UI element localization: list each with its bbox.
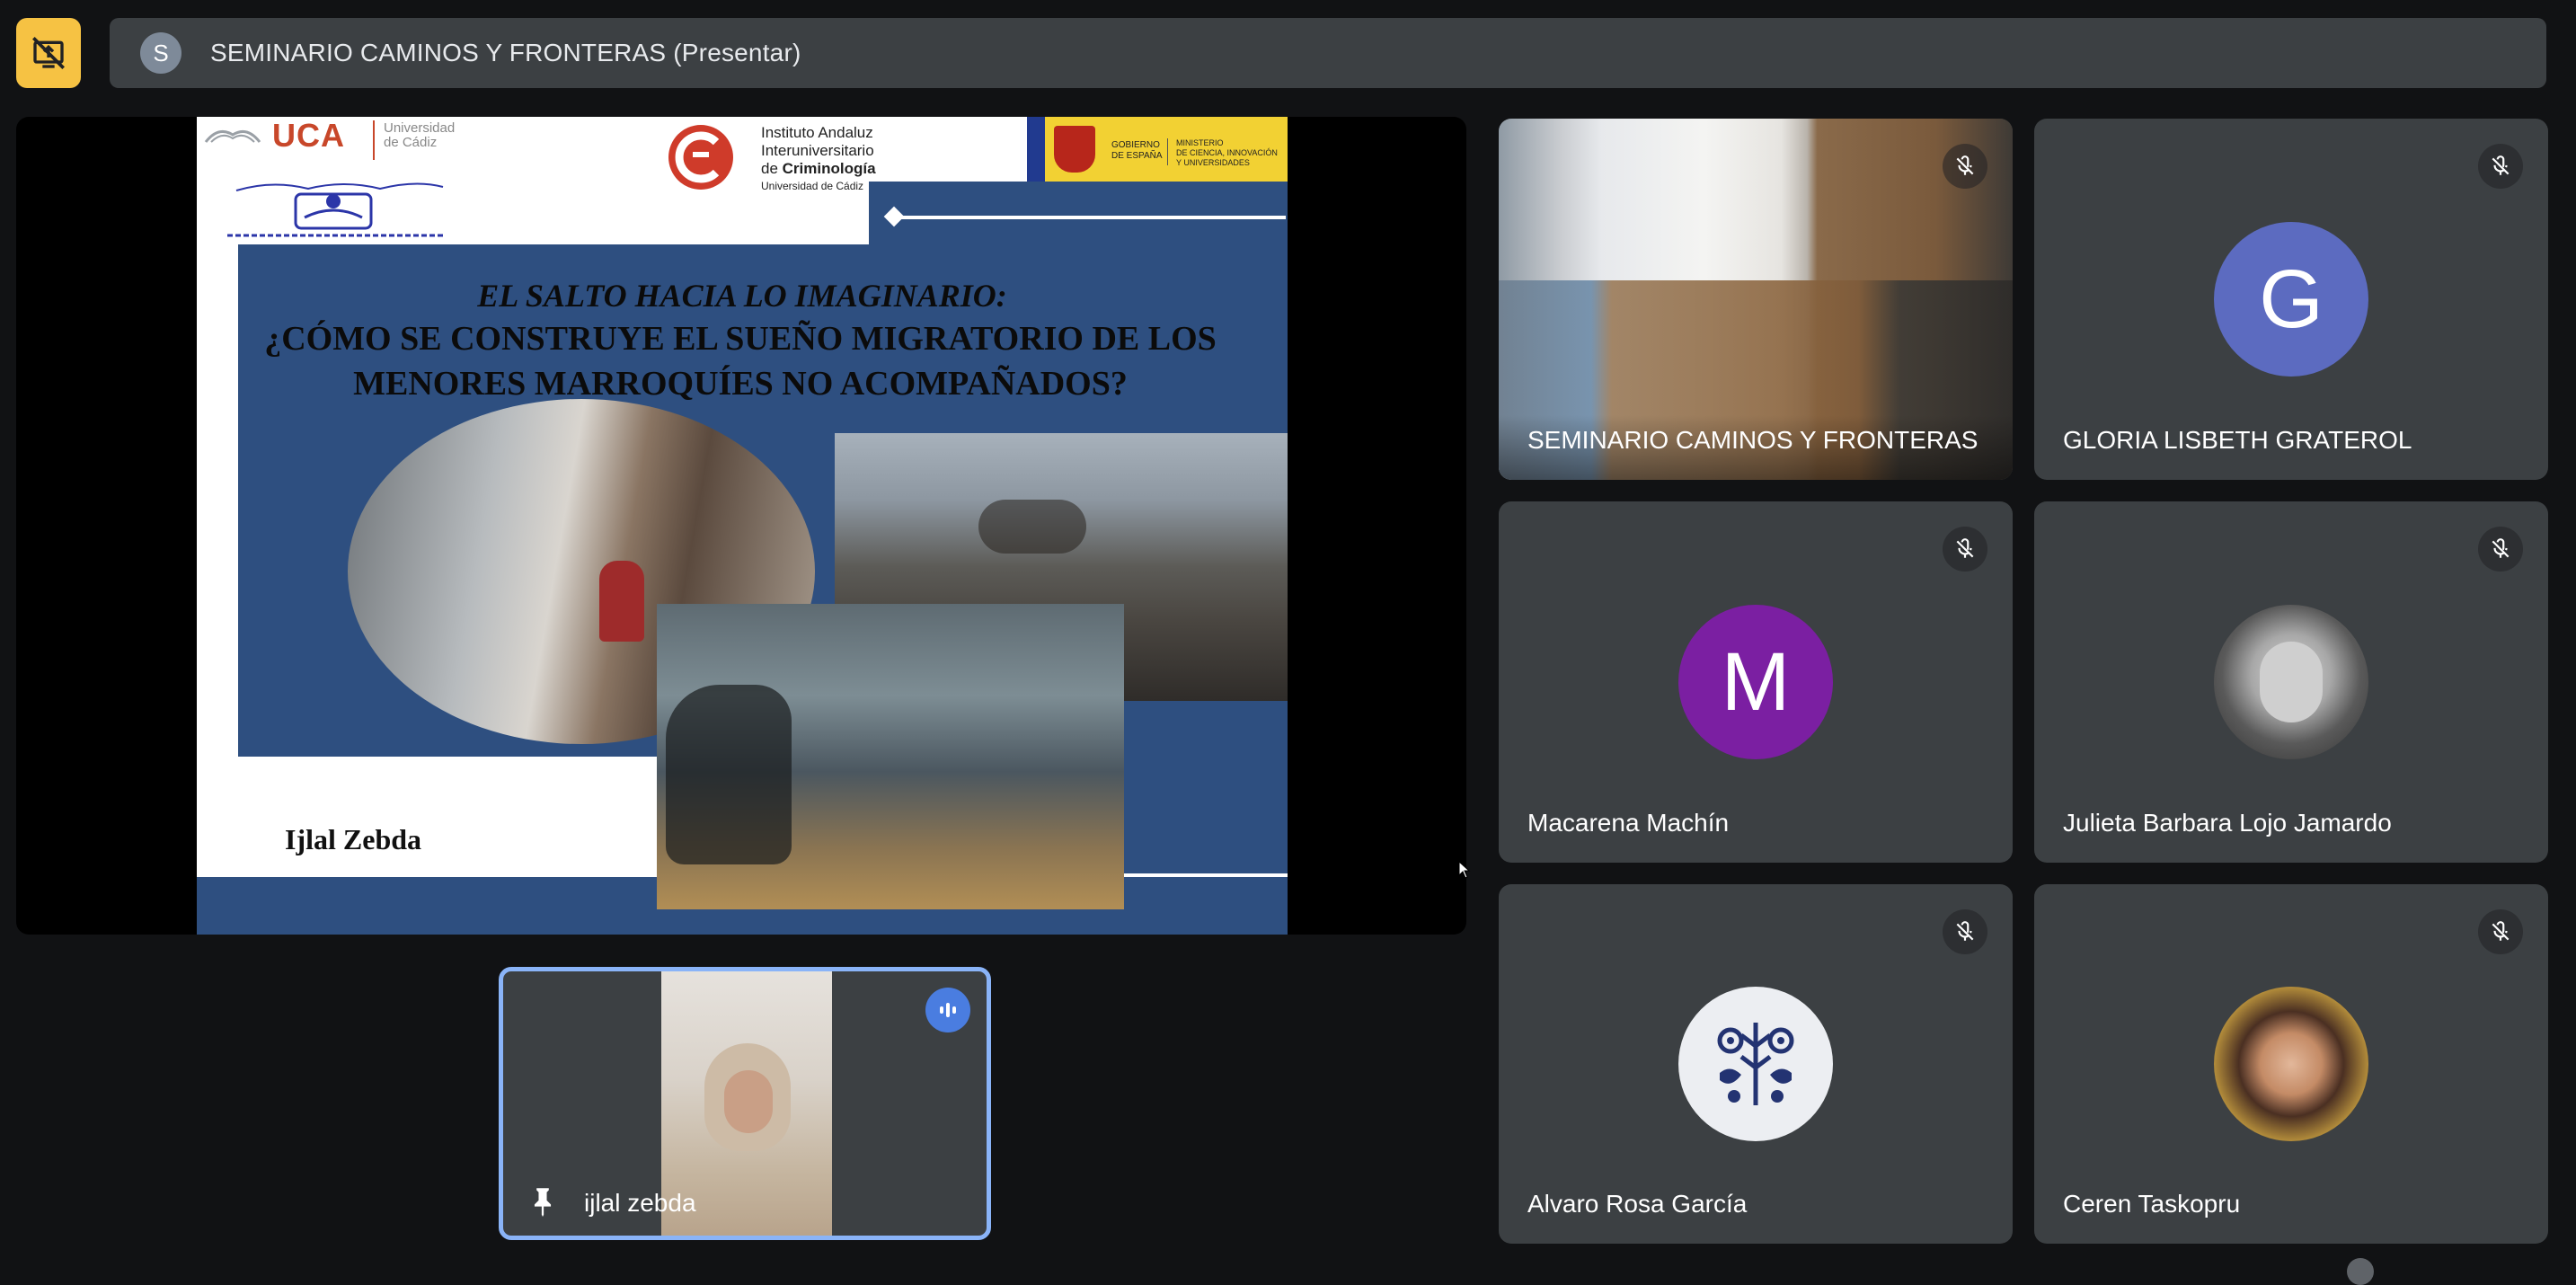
government-banner: GOBIERNO DE ESPAÑA MINISTERIO DE CIENCIA…: [1027, 117, 1288, 182]
participant-tile[interactable]: SEMINARIO CAMINOS Y FRONTERAS: [1499, 119, 2013, 480]
participant-name: Macarena Machín: [1527, 809, 1730, 837]
participant-avatar: [2214, 987, 2368, 1141]
faculty-emblem: [218, 176, 450, 244]
presentation-title: SEMINARIO CAMINOS Y FRONTERAS (Presentar…: [210, 39, 801, 66]
uca-name-line1: Universidad: [384, 120, 456, 136]
mic-off-icon: [2492, 538, 2510, 558]
mic-off-icon: [2492, 155, 2510, 175]
mic-off-indicator: [1943, 144, 1987, 189]
ministry-line3: Y UNIVERSIDADES: [1176, 158, 1250, 167]
mic-off-indicator: [1943, 527, 1987, 572]
participant-avatar: [1678, 987, 1833, 1141]
mic-off-icon: [1956, 921, 1974, 941]
gov-divider: [1167, 138, 1168, 165]
audio-level-icon: [940, 1003, 956, 1017]
speaker-name: ijlal zebda: [584, 1189, 696, 1217]
participant-avatar: M: [1678, 605, 1833, 759]
mic-off-indicator: [1943, 909, 1987, 954]
participant-avatar: G: [2214, 222, 2368, 377]
participant-name: Ceren Taskopru: [2063, 1190, 2241, 1218]
gov-line1: GOBIERNO: [1111, 140, 1160, 150]
mic-off-icon: [2492, 921, 2510, 941]
speaker-tile[interactable]: ijlal zebda: [499, 967, 991, 1240]
slide-author: Ijlal Zebda: [285, 823, 422, 855]
slide-title-line1: EL SALTO HACIA LO IMAGINARIO:: [477, 278, 1007, 314]
mic-off-indicator: [2478, 144, 2523, 189]
presentation-stage[interactable]: UCA Universidad de Cádiz Instituto Andal…: [16, 117, 1466, 935]
participant-name: SEMINARIO CAMINOS Y FRONTERAS: [1527, 426, 1978, 454]
eu-strip: [1027, 117, 1045, 182]
participant-tile[interactable]: Ceren Taskopru: [2034, 884, 2548, 1244]
uca-emblem: [202, 122, 263, 147]
pin-icon[interactable]: [523, 1182, 562, 1221]
iac-line3: de Criminología: [761, 160, 876, 177]
participant-tile[interactable]: G GLORIA LISBETH GRATEROL: [2034, 119, 2548, 480]
ministry-line2: DE CIENCIA, INNOVACIÓN: [1176, 148, 1278, 157]
slide-title-line2: ¿CÓMO SE CONSTRUYE EL SUEÑO MIGRATORIO D…: [264, 320, 1217, 403]
uca-name-line2: de Cádiz: [384, 135, 438, 150]
participant-name: Alvaro Rosa García: [1527, 1190, 1748, 1218]
participant-name: GLORIA LISBETH GRATEROL: [2063, 426, 2412, 454]
swimmers-photo: [657, 604, 1124, 909]
present-off-icon: [32, 37, 65, 69]
participant-name: Julieta Barbara Lojo Jamardo: [2063, 809, 2392, 837]
iac-line1: Instituto Andaluz: [761, 124, 873, 141]
speaking-indicator: [925, 988, 970, 1032]
participant-avatar: [2214, 605, 2368, 759]
more-participants-indicator[interactable]: [2347, 1258, 2374, 1285]
slide-divider-line: [894, 216, 1286, 219]
uca-logo: UCA: [272, 117, 345, 154]
participant-tile[interactable]: Alvaro Rosa García: [1499, 884, 2013, 1244]
uca-divider: [373, 120, 375, 160]
mic-off-icon: [1956, 155, 1974, 175]
mic-off-icon: [1956, 538, 1974, 558]
participant-tile[interactable]: Julieta Barbara Lojo Jamardo: [2034, 501, 2548, 863]
mic-off-indicator: [2478, 527, 2523, 572]
presentation-title-bar: S SEMINARIO CAMINOS Y FRONTERAS (Present…: [110, 18, 2546, 88]
slide: UCA Universidad de Cádiz Instituto Andal…: [197, 117, 1288, 935]
presenter-avatar: S: [140, 32, 181, 74]
slide-white-bottom: [197, 757, 657, 873]
iac-line2: Interuniversitario: [761, 142, 874, 159]
ministry-line1: MINISTERIO: [1176, 138, 1224, 147]
mic-off-indicator: [2478, 909, 2523, 954]
iac-line4: Universidad de Cádiz: [761, 180, 864, 192]
coat-of-arms: [1054, 126, 1095, 173]
gov-line2: DE ESPAÑA: [1111, 151, 1163, 161]
mouse-cursor: [1458, 860, 1471, 879]
stop-presenting-button[interactable]: [16, 18, 81, 88]
participant-tile[interactable]: M Macarena Machín: [1499, 501, 2013, 863]
criminologia-logo-mark: [666, 122, 736, 192]
